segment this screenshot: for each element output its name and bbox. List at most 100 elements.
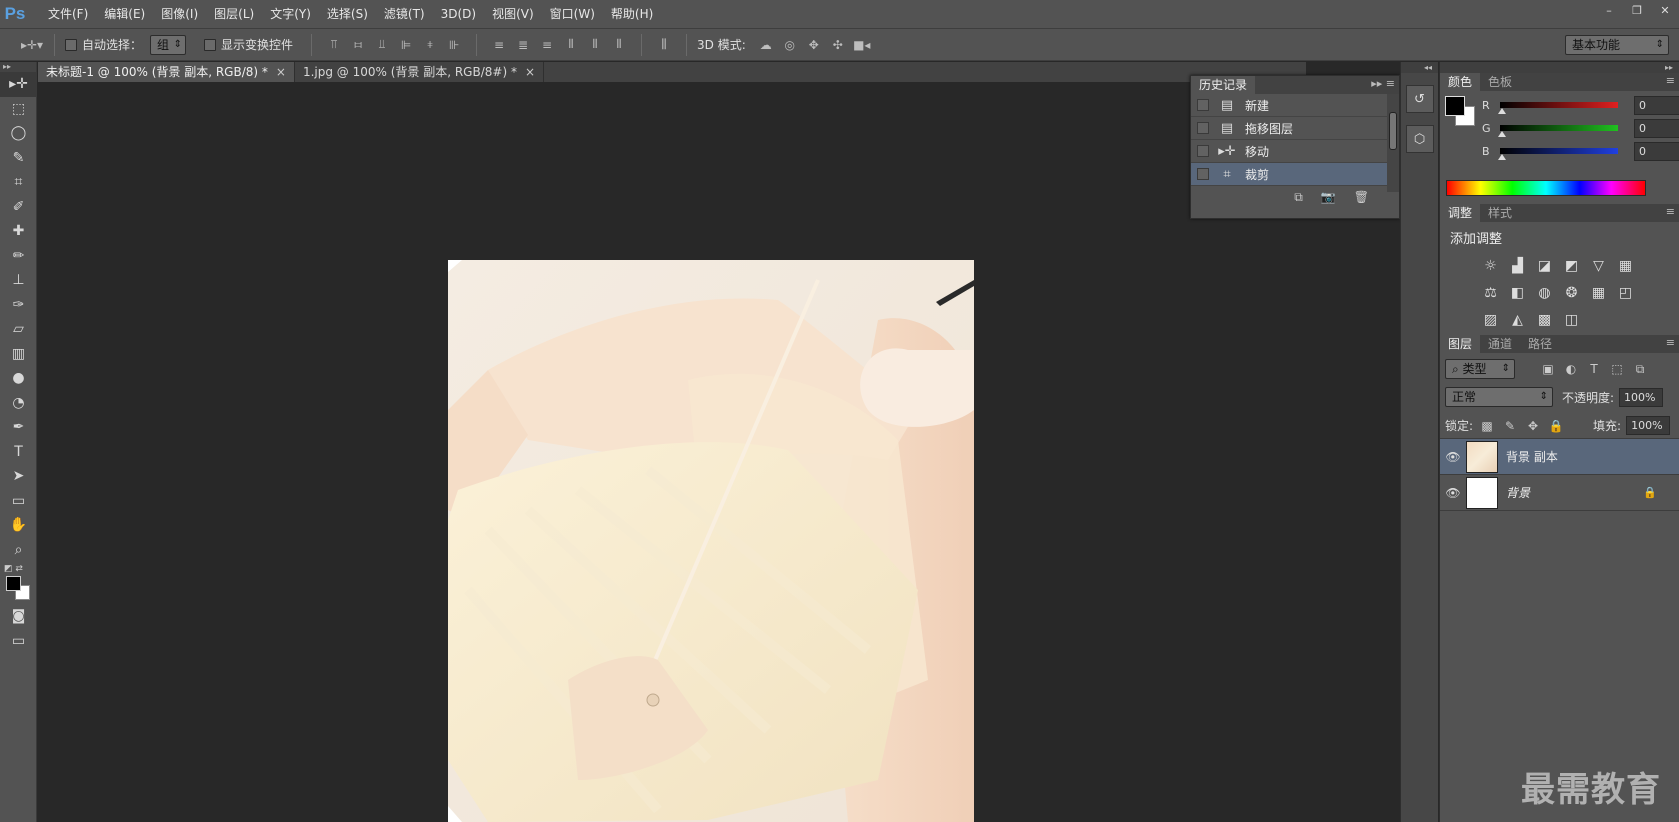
curves-icon[interactable]: ◪	[1532, 253, 1557, 278]
channel-value-input[interactable]: 0	[1634, 141, 1679, 161]
distribute-right-icon[interactable]: ⦀	[610, 36, 628, 54]
align-hcenter-icon[interactable]: ⧧	[421, 36, 439, 54]
delete-state-icon[interactable]: 🗑	[1354, 190, 1369, 204]
channel-value-input[interactable]: 0	[1634, 118, 1679, 138]
document-image[interactable]	[448, 260, 974, 822]
vibrance-icon[interactable]: ▽	[1586, 253, 1611, 278]
history-state[interactable]: ⌗ 裁剪	[1191, 163, 1399, 186]
tab-history[interactable]: 历史记录	[1191, 76, 1256, 94]
layer-filter-dropdown[interactable]: ⌕ 类型	[1445, 359, 1515, 379]
menu-item[interactable]: 选择(S)	[319, 0, 376, 28]
lock-pixels-icon[interactable]: ✎	[1501, 419, 1519, 433]
color-balance-icon[interactable]: ⚖	[1478, 280, 1503, 305]
fill-input[interactable]: 100%	[1626, 416, 1671, 435]
lock-all-icon[interactable]: 🔒	[1547, 419, 1565, 433]
brush-icon[interactable]: ✏	[0, 244, 37, 269]
roll-3d-icon[interactable]: ◎	[781, 36, 799, 54]
photo-filter-icon[interactable]: ◍	[1532, 280, 1557, 305]
menu-item[interactable]: 图像(I)	[153, 0, 206, 28]
distribute-hcenter-icon[interactable]: ⦀	[586, 36, 604, 54]
gradient-icon[interactable]: ▥	[0, 342, 37, 367]
tab-layers[interactable]: 图层	[1440, 335, 1481, 353]
pen-icon[interactable]: ✒	[0, 415, 37, 440]
tools-panel-collapse[interactable]: ▸▸	[0, 62, 36, 72]
rotate-3d-icon[interactable]: ☁	[757, 36, 775, 54]
foreground-color-swatch[interactable]	[1445, 96, 1465, 116]
filter-shape-icon[interactable]: ⬚	[1608, 362, 1626, 376]
align-vcenter-icon[interactable]: ⧦	[349, 36, 367, 54]
filter-type-icon[interactable]: T	[1585, 362, 1603, 376]
menu-item[interactable]: 图层(L)	[206, 0, 262, 28]
crop-icon[interactable]: ⌗	[0, 170, 37, 195]
threshold-icon[interactable]: ◭	[1505, 307, 1530, 332]
tab-styles[interactable]: 样式	[1480, 204, 1520, 222]
color-panel-menu-icon[interactable]: ≡	[1666, 74, 1675, 87]
align-bottom-icon[interactable]: ⫫	[373, 36, 391, 54]
filter-pixel-icon[interactable]: ▣	[1539, 362, 1557, 376]
layer-row[interactable]: 👁 背景 🔒	[1440, 475, 1679, 511]
move-icon[interactable]: ▸✛	[0, 72, 37, 97]
hand-icon[interactable]: ✋	[0, 513, 37, 538]
blend-mode-dropdown[interactable]: 正常	[1445, 387, 1553, 407]
channel-slider[interactable]	[1498, 102, 1618, 114]
black-white-icon[interactable]: ◧	[1505, 280, 1530, 305]
tab-swatches[interactable]: 色板	[1480, 73, 1520, 91]
brightness-icon[interactable]: ☼	[1478, 253, 1503, 278]
auto-align-icon[interactable]: ⫼	[655, 36, 673, 54]
menu-item[interactable]: 3D(D)	[433, 0, 484, 28]
panel-menu-icon[interactable]: ▸▸ ≡	[1371, 77, 1395, 90]
gradient-map-icon[interactable]: ▩	[1532, 307, 1557, 332]
eyedropper-icon[interactable]: ✐	[0, 195, 37, 220]
history-state[interactable]: ▤ 拖移图层	[1191, 117, 1399, 140]
hue-saturation-icon[interactable]: ▦	[1613, 253, 1638, 278]
levels-icon[interactable]: ▟	[1505, 253, 1530, 278]
layers-panel-menu-icon[interactable]: ≡	[1666, 336, 1675, 349]
history-brush-icon[interactable]: ✑	[0, 293, 37, 318]
tab-color[interactable]: 颜色	[1440, 73, 1481, 91]
menu-item[interactable]: 文件(F)	[40, 0, 96, 28]
blur-icon[interactable]: ●	[0, 366, 37, 391]
color-spectrum[interactable]	[1446, 180, 1646, 196]
lasso-icon[interactable]: ◯	[0, 121, 37, 146]
align-top-icon[interactable]: ⫪	[325, 36, 343, 54]
eraser-icon[interactable]: ▱	[0, 317, 37, 342]
channel-mixer-icon[interactable]: ❂	[1559, 280, 1584, 305]
quick-mask-icon[interactable]: ◙	[0, 604, 37, 629]
lock-transparent-icon[interactable]: ▩	[1478, 419, 1496, 433]
tab-adjustments[interactable]: 调整	[1440, 204, 1481, 222]
distribute-top-icon[interactable]: ≡	[490, 36, 508, 54]
minimize-button[interactable]: –	[1595, 0, 1623, 20]
exposure-icon[interactable]: ◩	[1559, 253, 1584, 278]
zoom-icon[interactable]: ⌕	[0, 538, 37, 563]
slider-knob[interactable]	[1498, 108, 1506, 114]
distribute-vcenter-icon[interactable]: ≣	[514, 36, 532, 54]
document-tab[interactable]: 1.jpg @ 100% (背景 副本, RGB/8#) * ×	[294, 62, 545, 82]
history-source-checkbox[interactable]	[1197, 145, 1209, 157]
document-tab[interactable]: 未标题-1 @ 100% (背景 副本, RGB/8) * ×	[38, 62, 295, 82]
close-tab-icon[interactable]: ×	[276, 65, 286, 79]
type-icon[interactable]: T	[0, 440, 37, 465]
color-lookup-icon[interactable]: ▦	[1586, 280, 1611, 305]
new-document-from-state-icon[interactable]: ⧉	[1294, 190, 1303, 205]
channel-value-input[interactable]: 0	[1634, 95, 1679, 115]
tab-paths[interactable]: 路径	[1520, 335, 1560, 353]
menu-item[interactable]: 窗口(W)	[542, 0, 603, 28]
show-transform-checkbox[interactable]	[204, 38, 217, 51]
invert-icon[interactable]: ◰	[1613, 280, 1638, 305]
new-snapshot-icon[interactable]: 📷	[1321, 190, 1336, 204]
distribute-bottom-icon[interactable]: ≡	[538, 36, 556, 54]
align-right-icon[interactable]: ⊪	[445, 36, 463, 54]
filter-adjustment-icon[interactable]: ◐	[1562, 362, 1580, 376]
align-left-icon[interactable]: ⊫	[397, 36, 415, 54]
auto-select-dropdown[interactable]: 组	[150, 34, 187, 55]
scale-3d-icon[interactable]: ■◂	[853, 36, 871, 54]
history-source-checkbox[interactable]	[1197, 99, 1209, 111]
dodge-icon[interactable]: ◔	[0, 391, 37, 416]
slider-knob[interactable]	[1498, 154, 1506, 160]
opacity-input[interactable]: 100%	[1619, 387, 1664, 407]
history-scrollbar[interactable]	[1387, 94, 1399, 192]
path-select-icon[interactable]: ➤	[0, 464, 37, 489]
visibility-eye-icon[interactable]: 👁	[1440, 486, 1466, 500]
close-tab-icon[interactable]: ×	[525, 65, 535, 79]
healing-brush-icon[interactable]: ✚	[0, 219, 37, 244]
